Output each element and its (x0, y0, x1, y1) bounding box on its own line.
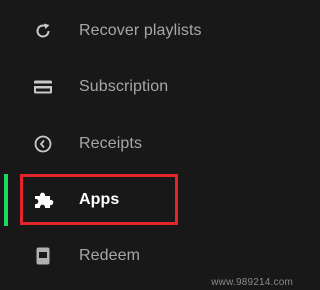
sidebar-item-label: Subscription (79, 78, 169, 95)
clock-icon (32, 133, 54, 155)
credit-card-icon (32, 76, 54, 98)
refresh-icon (32, 20, 54, 42)
watermark: www.989214.com (211, 277, 293, 288)
puzzle-icon (32, 189, 54, 211)
sidebar-item-label: Receipts (79, 135, 143, 152)
sidebar-item-label: Redeem (79, 247, 141, 264)
sidebar-item-label: Recover playlists (79, 22, 202, 39)
account-sidebar: Recover playlists Subscription Receipts (0, 0, 295, 290)
sidebar-item-recover-playlists[interactable]: Recover playlists (0, 11, 295, 51)
sidebar-item-receipts[interactable]: Receipts (0, 124, 295, 164)
sidebar-item-subscription[interactable]: Subscription (0, 67, 295, 107)
sidebar-item-label: Apps (79, 191, 120, 208)
sidebar-item-apps[interactable]: Apps (0, 180, 295, 220)
gift-card-icon (32, 245, 54, 267)
sidebar-item-redeem[interactable]: Redeem (0, 236, 295, 276)
